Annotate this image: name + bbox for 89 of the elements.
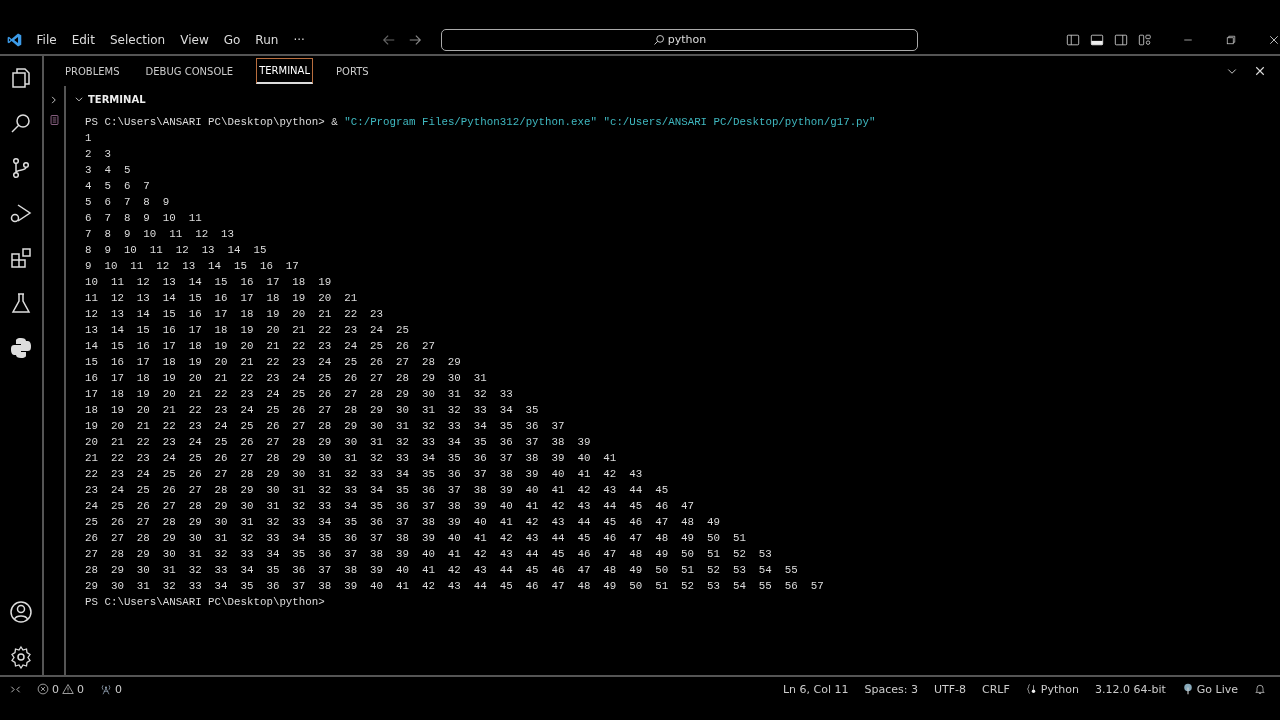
account-icon[interactable] — [9, 600, 33, 624]
terminal-output-line: 12 13 14 15 16 17 18 19 20 21 22 23 — [85, 307, 384, 322]
problems-status[interactable]: 0 0 — [37, 682, 84, 696]
broadcast-icon — [1181, 683, 1194, 695]
language-label: Python — [1040, 682, 1079, 696]
menu-item[interactable]: View — [180, 32, 209, 47]
search-icon — [652, 33, 665, 46]
flask-icon[interactable] — [9, 291, 33, 315]
restore-icon[interactable] — [1225, 33, 1237, 46]
status-item[interactable]: Ln 6, Col 11 — [782, 682, 849, 696]
terminal-output-line: 8 9 10 11 12 13 14 15 — [85, 243, 267, 258]
terminal-output-line: 27 28 29 30 31 32 33 34 35 36 37 38 39 40 41 42 43 44 45 46 47 48 49 50 51 52 53 — [85, 547, 772, 562]
app-logo-icon[interactable] — [7, 31, 23, 48]
extensions-icon[interactable] — [9, 246, 33, 270]
terminal-argument: "C:/Program Files/Python312/python.exe" — [344, 115, 597, 130]
search-icon[interactable] — [9, 111, 33, 135]
layout-icon[interactable] — [1138, 32, 1152, 47]
section-title: TERMINAL — [88, 93, 146, 105]
terminal-output-line: 1 — [85, 131, 92, 146]
terminal-output-line: 16 17 18 19 20 21 22 23 24 25 26 27 28 29 30 31 — [85, 371, 487, 386]
warning-count: 0 — [77, 682, 84, 696]
terminal-output-line: 4 5 6 7 — [85, 179, 150, 194]
status-item[interactable]: UTF-8 — [933, 682, 967, 696]
terminal-output-line: 3 4 5 — [85, 163, 131, 178]
panel-tab[interactable]: PROBLEMS — [62, 58, 123, 84]
menu-item[interactable]: Go — [223, 32, 241, 47]
status-item[interactable]: 3.12.0 64-bit — [1094, 682, 1166, 696]
search-field[interactable]: python — [440, 28, 918, 51]
terminal-output-line: 19 20 21 22 23 24 25 26 27 28 29 30 31 32 33 34 35 36 37 — [85, 419, 565, 434]
terminal-output-line: 21 22 23 24 25 26 27 28 29 30 31 32 33 34 35 36 37 38 39 40 41 — [85, 451, 617, 466]
ports-status[interactable]: 0 — [100, 682, 122, 696]
error-count: 0 — [52, 682, 59, 696]
terminal-output-line: 6 7 8 9 10 11 — [85, 211, 202, 226]
menu-item[interactable]: File — [36, 32, 57, 47]
terminal-prompt: PS C:\Users\ANSARI PC\Desktop\python> — [85, 115, 325, 130]
panel-toggle-icon[interactable] — [1090, 32, 1104, 47]
terminal-output-line: 7 8 9 10 11 12 13 — [85, 227, 235, 242]
terminal-output-line: 13 14 15 16 17 18 19 20 21 22 23 24 25 — [85, 323, 409, 338]
secondary-sidebar-icon[interactable] — [1114, 32, 1128, 47]
status-item[interactable]: CRLF — [982, 682, 1010, 696]
terminal-output-line: 17 18 19 20 21 22 23 24 25 26 27 28 29 30 31 32 33 — [85, 387, 513, 402]
panel-tab[interactable]: DEBUG CONSOLE — [142, 58, 237, 84]
terminal-output-line: 22 23 24 25 26 27 28 29 30 31 32 33 34 35 36 37 38 39 40 41 42 43 — [85, 467, 643, 482]
terminal-output-line: 18 19 20 21 22 23 24 25 26 27 28 29 30 31 32 33 34 35 — [85, 403, 539, 418]
terminal-output-line: 5 6 7 8 9 — [85, 195, 170, 210]
terminal-output-line: 14 15 16 17 18 19 20 21 22 23 24 25 26 27 — [85, 339, 435, 354]
antenna-icon — [100, 683, 112, 695]
terminal-prompt: PS C:\Users\ANSARI PC\Desktop\python> — [85, 595, 325, 610]
braces-icon — [1025, 683, 1038, 695]
terminal-output-line: 26 27 28 29 30 31 32 33 34 35 36 37 38 39 40 41 42 43 44 45 46 47 48 49 50 51 — [85, 531, 746, 546]
language-status[interactable]: Python — [1025, 682, 1079, 696]
terminal-output-line: 10 11 12 13 14 15 16 17 18 19 — [85, 275, 332, 290]
close-icon[interactable] — [1268, 33, 1280, 46]
back-arrow-icon[interactable] — [381, 32, 396, 47]
terminal-output-line: 28 29 30 31 32 33 34 35 36 37 38 39 40 41 42 43 44 45 46 47 48 49 50 51 52 53 54 55 — [85, 563, 798, 578]
python-icon[interactable] — [9, 336, 33, 360]
terminal-output-line: 20 21 22 23 24 25 26 27 28 29 30 31 32 33 34 35 36 37 38 39 — [85, 435, 591, 450]
forward-arrow-icon[interactable] — [407, 32, 422, 47]
menu-item[interactable]: Selection — [109, 32, 166, 47]
terminal-list-icon[interactable] — [48, 114, 60, 126]
terminal-output-line: 9 10 11 12 13 14 15 16 17 — [85, 259, 299, 274]
sidebar-toggle-icon[interactable] — [1066, 32, 1080, 47]
go-live-status[interactable]: Go Live — [1181, 682, 1238, 696]
terminal-output-line: 25 26 27 28 29 30 31 32 33 34 35 36 37 38 39 40 41 42 43 44 45 46 47 48 49 — [85, 515, 720, 530]
panel-tab[interactable]: PORTS — [333, 58, 372, 84]
terminal-output-line: 29 30 31 32 33 34 35 36 37 38 39 40 41 42 43 44 45 46 47 48 49 50 51 52 53 54 55 56 57 — [85, 579, 824, 594]
menu-item[interactable]: ··· — [293, 32, 305, 47]
ports-count: 0 — [115, 682, 122, 696]
terminal-output-line: 15 16 17 18 19 20 21 22 23 24 25 26 27 28 29 — [85, 355, 461, 370]
menu-item[interactable]: Edit — [71, 32, 95, 47]
close-icon[interactable] — [1254, 65, 1266, 77]
terminal-output-line: 11 12 13 14 15 16 17 18 19 20 21 — [85, 291, 358, 306]
menu-item[interactable]: Run — [255, 32, 279, 47]
go-live-label: Go Live — [1196, 682, 1238, 696]
warning-icon — [62, 683, 74, 695]
chevron-right-icon[interactable] — [49, 95, 59, 105]
terminal-output-line: 2 3 — [85, 147, 111, 162]
run-debug-icon[interactable] — [9, 201, 33, 225]
explorer-icon[interactable] — [9, 66, 33, 90]
terminal-argument: "c:/Users/ANSARI PC/Desktop/python/g17.py" — [603, 115, 876, 130]
settings-icon[interactable] — [9, 645, 33, 669]
terminal-output-line: 24 25 26 27 28 29 30 31 32 33 34 35 36 37 38 39 40 41 42 43 44 45 46 47 — [85, 499, 695, 514]
chevron-down-icon[interactable] — [74, 94, 84, 104]
bell-icon[interactable] — [1254, 683, 1266, 695]
panel-tab[interactable]: TERMINAL — [256, 58, 313, 84]
terminal-operator: & — [331, 115, 338, 130]
error-icon — [37, 683, 49, 695]
status-item[interactable]: Spaces: 3 — [864, 682, 918, 696]
terminal-output-line: 23 24 25 26 27 28 29 30 31 32 33 34 35 36 37 38 39 40 41 42 43 44 45 — [85, 483, 669, 498]
